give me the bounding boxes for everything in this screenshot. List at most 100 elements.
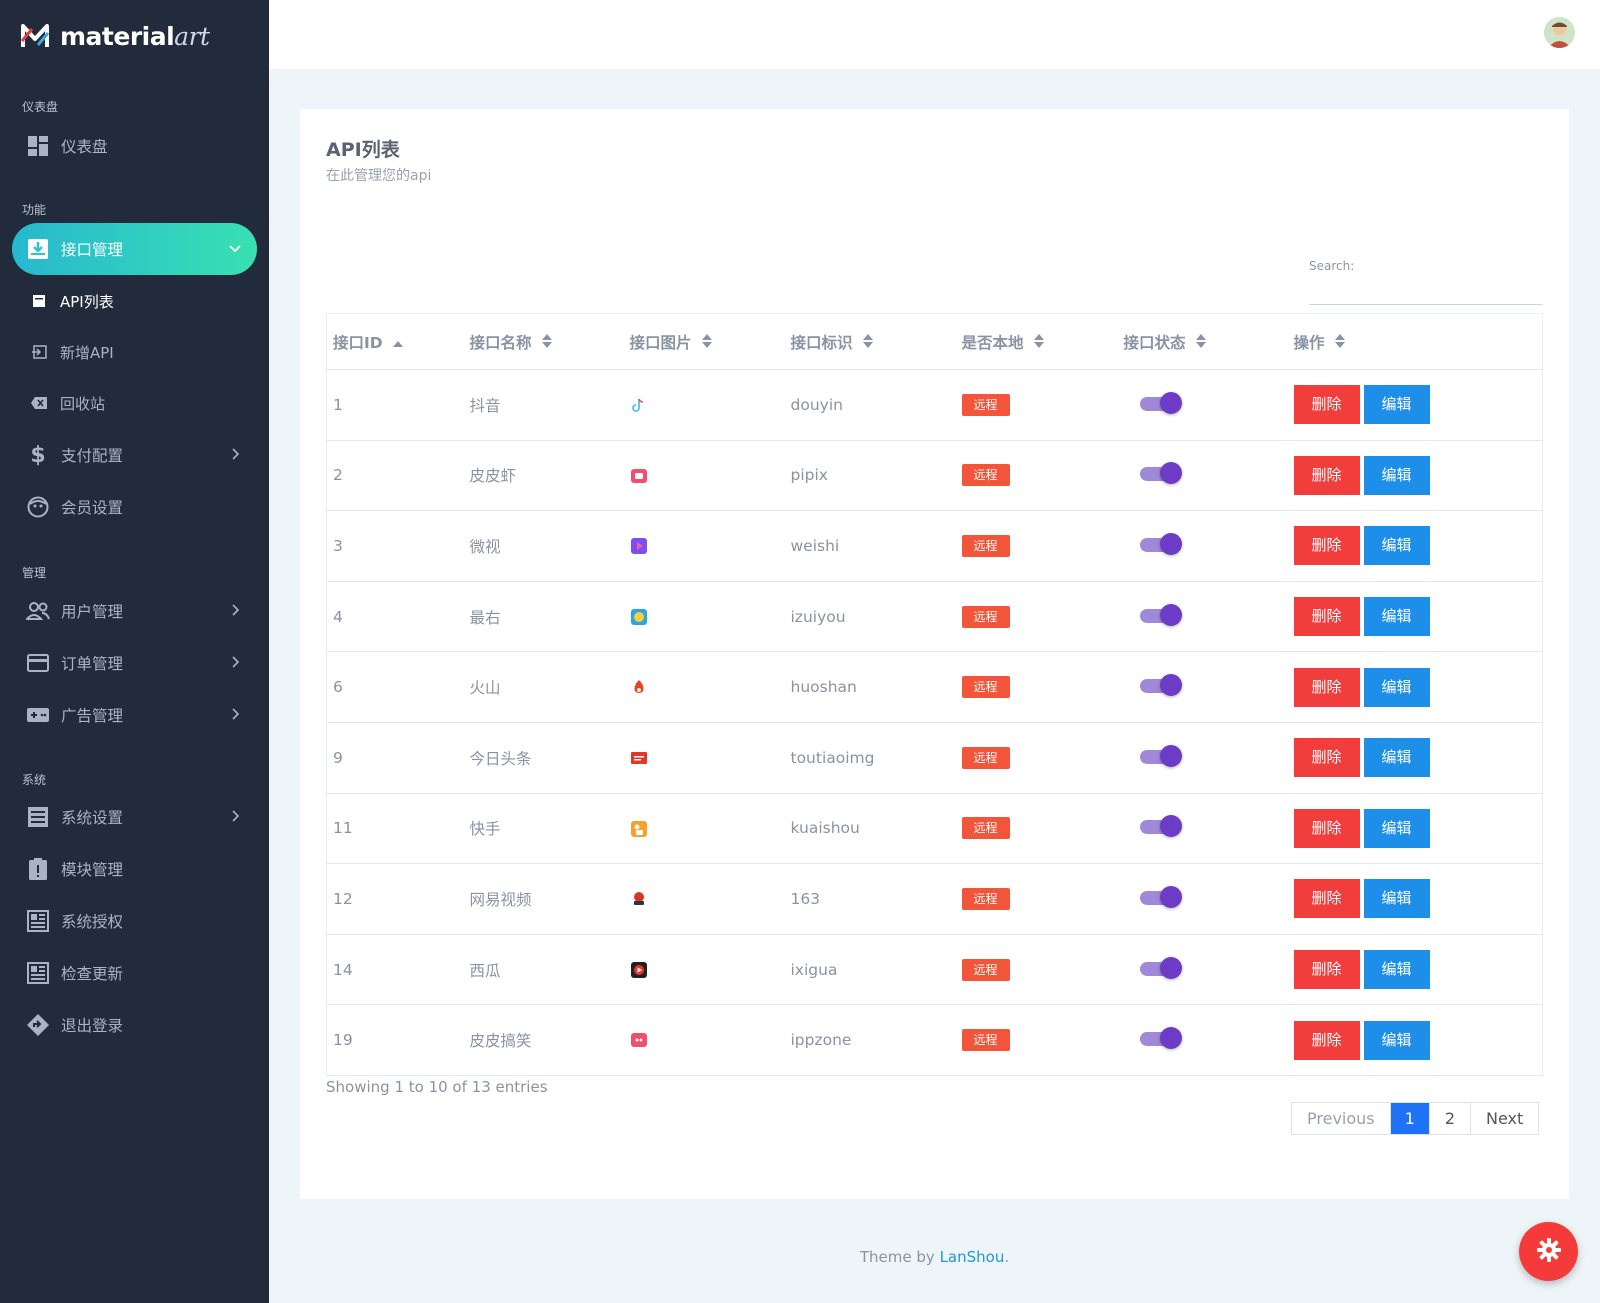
edit-button[interactable]: 编辑 — [1363, 526, 1430, 566]
column-header-image[interactable]: 接口图片 — [623, 313, 785, 370]
sort-icon — [1334, 334, 1345, 352]
cell-tag: ippzone — [784, 1004, 956, 1076]
status-toggle[interactable] — [1139, 814, 1182, 838]
status-toggle[interactable] — [1139, 461, 1182, 485]
sidebar-item-system-settings[interactable]: 系统设置 — [12, 791, 257, 843]
sidebar-item-api-management[interactable]: 接口管理 — [12, 223, 257, 275]
pagination-previous[interactable]: Previous — [1292, 1103, 1390, 1134]
column-header-actions[interactable]: 操作 — [1287, 313, 1543, 370]
sidebar-item-system-license[interactable]: 系统授权 — [12, 895, 257, 947]
cell-name: 火山 — [463, 651, 624, 723]
column-header-local[interactable]: 是否本地 — [955, 313, 1118, 370]
sidebar-item-dashboard[interactable]: 仪表盘 — [12, 120, 257, 172]
dashboard-icon — [25, 133, 51, 159]
page-subtitle: 在此管理您的api — [326, 168, 432, 184]
toutiao-icon — [630, 749, 648, 767]
list-icon — [25, 804, 51, 830]
footer-author-link[interactable]: LanShou — [940, 1248, 1005, 1266]
status-toggle[interactable] — [1139, 532, 1182, 556]
delete-button[interactable]: 删除 — [1293, 526, 1360, 566]
sidebar-item-logout[interactable]: 退出登录 — [12, 999, 257, 1051]
status-toggle[interactable] — [1139, 391, 1182, 415]
remote-badge: 远程 — [961, 676, 1010, 699]
table-row: 6 火山 huoshan 远程 删除 编辑 — [326, 651, 1543, 723]
edit-button[interactable]: 编辑 — [1363, 1020, 1430, 1060]
api-table: 接口ID 接口名称 接口图片 接口标识 是否本地 接口状态 操作 1 抖音 douy… — [326, 313, 1543, 1076]
delete-button[interactable]: 删除 — [1293, 1020, 1360, 1060]
sidebar-item-member-settings[interactable]: 会员设置 — [12, 481, 257, 533]
cell-tag: 163 — [784, 863, 956, 935]
delete-button[interactable]: 删除 — [1293, 455, 1360, 495]
settings-fab-button[interactable] — [1519, 1222, 1578, 1281]
pagination-page-1[interactable]: 1 — [1389, 1103, 1429, 1134]
delete-button[interactable]: 删除 — [1293, 385, 1360, 425]
edit-button[interactable]: 编辑 — [1363, 950, 1430, 990]
cell-tag: ixigua — [784, 934, 956, 1006]
column-header-status[interactable]: 接口状态 — [1117, 313, 1288, 370]
toggle-knob — [1159, 674, 1182, 697]
sort-icon — [701, 334, 712, 352]
cell-actions: 删除 编辑 — [1287, 722, 1543, 794]
cell-image — [623, 651, 785, 723]
column-header-id[interactable]: 接口ID — [326, 313, 464, 370]
brand-logo[interactable]: materialart — [20, 18, 210, 54]
edit-button[interactable]: 编辑 — [1363, 667, 1430, 707]
sidebar-item-order-management[interactable]: 订单管理 — [12, 637, 257, 689]
delete-button[interactable]: 删除 — [1293, 808, 1360, 848]
edit-button[interactable]: 编辑 — [1363, 808, 1430, 848]
remote-badge: 远程 — [961, 817, 1010, 840]
delete-button[interactable]: 删除 — [1293, 738, 1360, 778]
chevron-right-icon — [227, 446, 243, 462]
sidebar-item-ad-management[interactable]: 广告管理 — [12, 689, 257, 741]
xigua-icon — [630, 961, 648, 979]
cell-status — [1117, 510, 1288, 582]
sidebar-item-payment-config[interactable]: $ 支付配置 — [12, 429, 257, 481]
cell-tag: kuaishou — [784, 793, 956, 865]
sidebar-subitem-add-api[interactable]: 新增API — [12, 329, 257, 375]
delete-button[interactable]: 删除 — [1293, 597, 1360, 637]
delete-button[interactable]: 删除 — [1293, 950, 1360, 990]
cell-status — [1117, 651, 1288, 723]
pagination-next[interactable]: Next — [1470, 1103, 1538, 1134]
sort-icon — [541, 334, 552, 352]
sidebar-subitem-api-list[interactable]: API列表 — [12, 278, 257, 324]
status-toggle[interactable] — [1139, 673, 1182, 697]
sidebar-item-module-management[interactable]: 模块管理 — [12, 843, 257, 895]
cell-image — [623, 510, 785, 582]
status-toggle[interactable] — [1139, 603, 1182, 627]
cell-local: 远程 — [955, 722, 1118, 794]
cell-status — [1117, 1004, 1288, 1076]
edit-button[interactable]: 编辑 — [1363, 597, 1430, 637]
remote-badge: 远程 — [961, 605, 1010, 628]
toggle-knob — [1159, 956, 1182, 979]
column-header-name[interactable]: 接口名称 — [463, 313, 624, 370]
cell-local: 远程 — [955, 1004, 1118, 1076]
grid-doc-icon — [25, 960, 51, 986]
status-toggle[interactable] — [1139, 885, 1182, 909]
edit-button[interactable]: 编辑 — [1363, 738, 1430, 778]
import-icon — [30, 343, 48, 361]
column-header-tag[interactable]: 接口标识 — [784, 313, 956, 370]
delete-button[interactable]: 删除 — [1293, 879, 1360, 919]
sidebar-subitem-recycle-bin[interactable]: 回收站 — [12, 380, 257, 426]
cell-id: 11 — [326, 793, 464, 865]
cell-id: 12 — [326, 863, 464, 935]
delete-button[interactable]: 删除 — [1293, 667, 1360, 707]
cell-actions: 删除 编辑 — [1287, 793, 1543, 865]
user-avatar[interactable] — [1544, 17, 1575, 48]
status-toggle[interactable] — [1139, 744, 1182, 768]
sidebar-item-user-management[interactable]: 用户管理 — [12, 585, 257, 637]
table-header-row: 接口ID 接口名称 接口图片 接口标识 是否本地 接口状态 操作 — [326, 313, 1543, 370]
status-toggle[interactable] — [1139, 1026, 1182, 1050]
edit-button[interactable]: 编辑 — [1363, 385, 1430, 425]
search-input[interactable] — [1309, 277, 1543, 305]
pagination-page-2[interactable]: 2 — [1428, 1103, 1470, 1134]
cell-name: 西瓜 — [463, 934, 624, 1006]
search-label: Search: — [1309, 259, 1355, 273]
sidebar-item-check-update[interactable]: 检查更新 — [12, 947, 257, 999]
edit-button[interactable]: 编辑 — [1363, 455, 1430, 495]
chevron-right-icon — [227, 602, 243, 618]
status-toggle[interactable] — [1139, 956, 1182, 980]
edit-button[interactable]: 编辑 — [1363, 879, 1430, 919]
cell-local: 远程 — [955, 863, 1118, 935]
